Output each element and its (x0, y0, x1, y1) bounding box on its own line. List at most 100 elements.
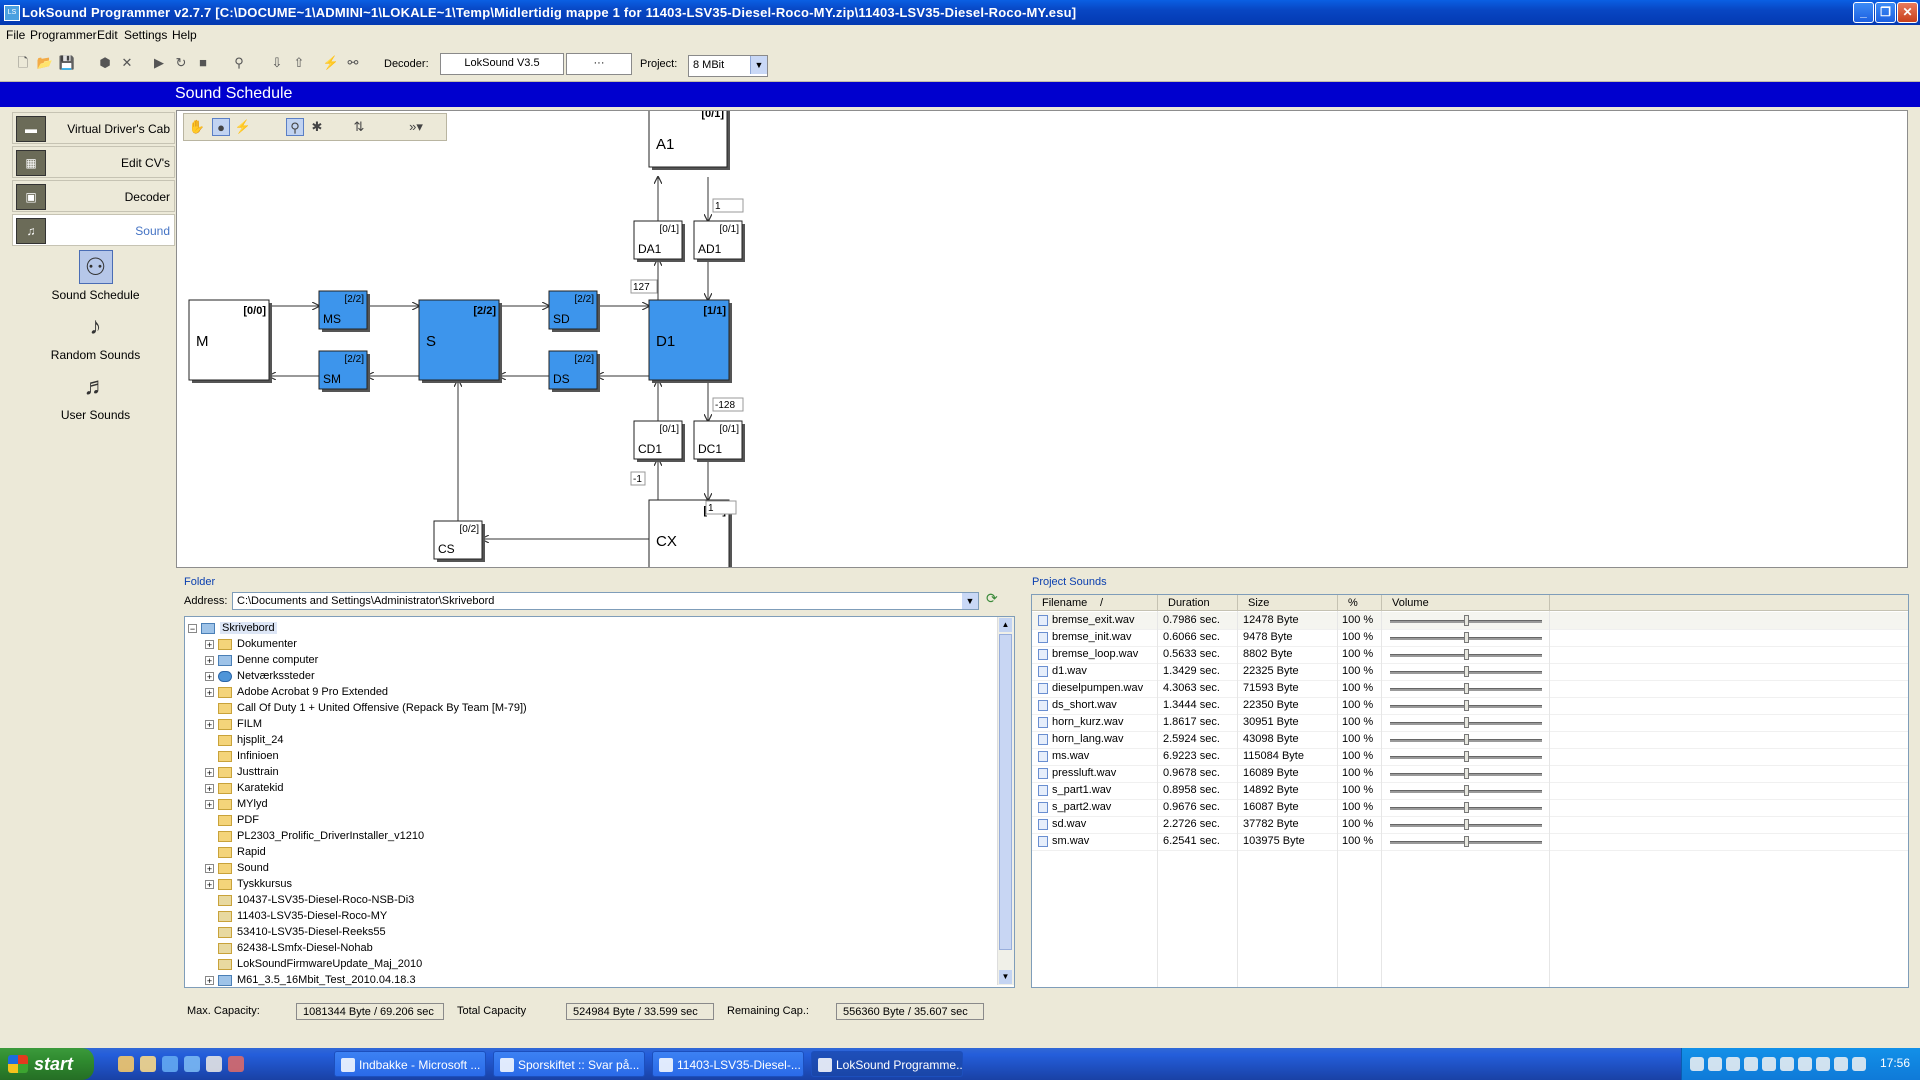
write-icon[interactable]: ⇧ (290, 54, 308, 72)
sound-row[interactable]: ds_short.wav 1.3444 sec. 22350 Byte 100 % (1032, 697, 1908, 715)
sound-row[interactable]: bremse_init.wav 0.6066 sec. 9478 Byte 100 % (1032, 629, 1908, 647)
expand-icon[interactable]: + (205, 767, 214, 777)
col-filename[interactable]: Filename / (1032, 595, 1158, 611)
tree-item[interactable]: PDF (205, 812, 259, 828)
sound-row[interactable]: bremse_loop.wav 0.5633 sec. 8802 Byte 100 % (1032, 646, 1908, 664)
tree-scrollbar[interactable]: ▲ ▼ (997, 617, 1014, 985)
sound-row[interactable]: ms.wav 6.9223 sec. 115084 Byte 100 % (1032, 748, 1908, 766)
sound-row[interactable]: s_part1.wav 0.8958 sec. 14892 Byte 100 % (1032, 782, 1908, 800)
volume-slider-thumb[interactable] (1464, 615, 1469, 626)
start-button[interactable]: start (0, 1048, 94, 1080)
update-icon[interactable] (1780, 1057, 1794, 1071)
expand-icon[interactable]: + (205, 687, 214, 697)
tree-item[interactable]: + Justtrain (205, 764, 279, 780)
tree-item[interactable]: + MYlyd (205, 796, 268, 812)
schedule-node-cd1[interactable]: [0/1] CD1 (633, 420, 685, 462)
project-select[interactable]: 8 MBit ▼ (688, 55, 768, 77)
forward-dropdown-icon[interactable]: »▾ (398, 118, 434, 136)
decoder-browse-button[interactable]: ··· (566, 53, 632, 75)
tree-item[interactable]: PL2303_Prolific_DriverInstaller_v1210 (205, 828, 424, 844)
expand-icon[interactable]: + (205, 975, 214, 985)
app-quicklaunch-icon[interactable] (228, 1056, 244, 1072)
drop-icon[interactable]: ● (212, 118, 230, 136)
nav-virtual-drivers-cab[interactable]: ▬ Virtual Driver's Cab (12, 112, 175, 144)
chevron-down-icon[interactable]: ▼ (750, 56, 767, 74)
tree-item[interactable]: + Tyskkursus (205, 876, 292, 892)
volume-slider-thumb[interactable] (1464, 785, 1469, 796)
save-icon[interactable]: 💾 (58, 54, 76, 72)
volume-slider-thumb[interactable] (1464, 768, 1469, 779)
disconnect-icon[interactable]: ⚯ (344, 54, 362, 72)
tree-item[interactable]: 11403-LSV35-Diesel-Roco-MY (205, 908, 387, 924)
tree-item[interactable]: + M61_3.5_16Mbit_Test_2010.04.18.3 (205, 972, 416, 987)
volume-slider-thumb[interactable] (1464, 717, 1469, 728)
sound-row[interactable]: s_part2.wav 0.9676 sec. 16087 Byte 100 % (1032, 799, 1908, 817)
subnav-user-sounds[interactable]: ♬ User Sounds (38, 370, 153, 422)
sound-row[interactable]: bremse_exit.wav 0.7986 sec. 12478 Byte 100 … (1032, 612, 1908, 630)
schedule-node-a1[interactable]: [0/1] A1 (648, 111, 730, 170)
tree-item[interactable]: + Sound (205, 860, 269, 876)
minimize-button[interactable]: _ (1853, 2, 1874, 23)
nav-decoder[interactable]: ▣ Decoder (12, 180, 175, 212)
task-sporskiftet[interactable]: Sporskiftet :: Svar på... (493, 1051, 645, 1077)
sound-row[interactable]: horn_lang.wav 2.5924 sec. 43098 Byte 100 % (1032, 731, 1908, 749)
sound-schedule-diagram[interactable]: [0/1] A1 [0/1] DA1 [0/1] AD1 [0/0] M [2/2] MS [2/2… (176, 110, 1908, 568)
volume-slider-thumb[interactable] (1464, 802, 1469, 813)
keyboard-icon[interactable] (1816, 1057, 1830, 1071)
task-loksound[interactable]: LokSound Programme... (811, 1051, 963, 1077)
tree-item[interactable]: + Karatekid (205, 780, 283, 796)
scroll-down-icon[interactable]: ▼ (999, 970, 1012, 984)
tree-item[interactable]: + Dokumenter (205, 636, 297, 652)
menu-programmer[interactable]: Programmer (30, 28, 97, 42)
tree-item[interactable]: 53410-LSV35-Diesel-Reeks55 (205, 924, 386, 940)
volume-slider-thumb[interactable] (1464, 819, 1469, 830)
sort-arrows-icon[interactable]: ⇅ (350, 118, 368, 136)
messenger-icon[interactable] (1708, 1057, 1722, 1071)
nav-edit-cvs[interactable]: ▦ Edit CV's (12, 146, 175, 178)
new-file-icon[interactable]: 🗋 (14, 54, 32, 72)
schedule-node-ad1[interactable]: [0/1] AD1 (693, 220, 745, 262)
volume-slider-thumb[interactable] (1464, 836, 1469, 847)
chevron-down-icon[interactable]: ▼ (962, 593, 978, 609)
tree-item[interactable]: 62438-LSmfx-Diesel-Nohab (205, 940, 373, 956)
col-volume[interactable]: Volume (1382, 595, 1550, 611)
tree-item[interactable]: hjsplit_24 (205, 732, 283, 748)
expand-icon[interactable]: + (205, 639, 214, 649)
tree-item[interactable]: Infinioen (205, 748, 279, 764)
schedule-graph[interactable]: [0/1]A1 [0/1]DA1[0/1]AD1 [0/0]M [2/2]MS [2/2… (177, 111, 1908, 568)
menu-edit[interactable]: Edit (97, 28, 118, 42)
sound-row[interactable]: horn_kurz.wav 1.8617 sec. 30951 Byte 100 % (1032, 714, 1908, 732)
antivirus-icon[interactable] (1798, 1057, 1812, 1071)
tree-item[interactable]: 10437-LSV35-Diesel-Roco-NSB-Di3 (205, 892, 414, 908)
task-indbakke[interactable]: Indbakke - Microsoft ... (334, 1051, 486, 1077)
tree-item[interactable]: + FILM (205, 716, 262, 732)
address-input[interactable]: C:\Documents and Settings\Administrator\… (232, 592, 979, 610)
firefox-icon[interactable] (1834, 1057, 1848, 1071)
menu-help[interactable]: Help (172, 28, 197, 42)
transition-value-field[interactable]: 1 (705, 500, 737, 515)
folder-quicklaunch-icon[interactable] (140, 1056, 156, 1072)
subnav-random-sounds[interactable]: ♪ Random Sounds (38, 310, 153, 362)
schedule-node-m[interactable]: [0/0] M (188, 299, 272, 383)
expand-icon[interactable]: + (205, 655, 214, 665)
schedule-node-da1[interactable]: [0/1] DA1 (633, 220, 685, 262)
scroll-thumb[interactable] (999, 634, 1012, 950)
cancel-icon[interactable]: ✕ (118, 54, 136, 72)
transition-value-field[interactable]: 1 (712, 198, 744, 213)
expand-icon[interactable]: + (205, 719, 214, 729)
volume-slider-thumb[interactable] (1464, 649, 1469, 660)
volume-slider-thumb[interactable] (1464, 751, 1469, 762)
maximize-button[interactable]: ❐ (1875, 2, 1896, 23)
schedule-node-sm[interactable]: [2/2] SM (318, 350, 370, 392)
expand-icon[interactable]: + (205, 799, 214, 809)
tree-item[interactable]: + Netværkssteder (205, 668, 315, 684)
pointer-icon[interactable]: ⚲ (286, 118, 304, 136)
expand-icon[interactable]: + (205, 863, 214, 873)
col-percent[interactable]: % (1338, 595, 1382, 611)
pan-icon[interactable]: ✋ (188, 118, 206, 136)
schedule-node-ms[interactable]: [2/2] MS (318, 290, 370, 332)
tree-item[interactable]: LokSoundFirmwareUpdate_Maj_2010 (205, 956, 422, 972)
schedule-node-sd[interactable]: [2/2] SD (548, 290, 600, 332)
schedule-node-d1[interactable]: [1/1] D1 (648, 299, 732, 383)
square-stop-icon[interactable]: ■ (194, 54, 212, 72)
